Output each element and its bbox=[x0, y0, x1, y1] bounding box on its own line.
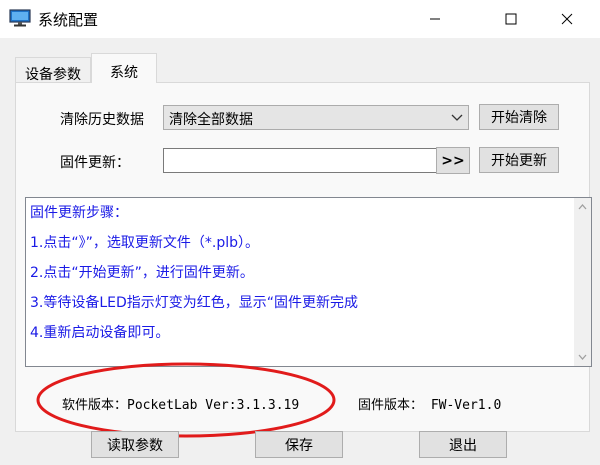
title-bar: 系统配置 bbox=[0, 0, 600, 38]
clear-history-select[interactable]: 清除全部数据 bbox=[163, 105, 469, 130]
exit-button[interactable]: 退出 bbox=[419, 431, 507, 458]
highlight-ellipse bbox=[36, 362, 336, 438]
browse-file-button[interactable]: >> bbox=[436, 147, 470, 174]
scroll-down-icon[interactable] bbox=[578, 354, 587, 360]
save-button[interactable]: 保存 bbox=[255, 431, 343, 458]
firmware-update-label: 固件更新： bbox=[60, 155, 130, 171]
close-button[interactable] bbox=[544, 0, 590, 38]
minimize-button[interactable] bbox=[412, 0, 458, 38]
read-params-button[interactable]: 读取参数 bbox=[91, 431, 179, 458]
close-icon bbox=[561, 13, 573, 25]
tab-system[interactable]: 系统 bbox=[91, 53, 157, 83]
maximize-button[interactable] bbox=[488, 0, 534, 38]
firmware-file-input[interactable] bbox=[163, 148, 437, 173]
start-clear-button[interactable]: 开始清除 bbox=[479, 104, 559, 130]
step-3: 3.等待设备LED指示灯变为红色，显示“固件更新完成 bbox=[30, 295, 359, 311]
scroll-up-icon[interactable] bbox=[578, 204, 587, 210]
steps-heading: 固件更新步骤： bbox=[30, 205, 128, 221]
monitor-icon bbox=[9, 9, 31, 27]
clear-history-select-value: 清除全部数据 bbox=[169, 112, 253, 128]
step-1: 1.点击“》”，选取更新文件（*.plb）。 bbox=[30, 235, 259, 251]
tab-device-params[interactable]: 设备参数 bbox=[15, 57, 91, 83]
vertical-scrollbar[interactable] bbox=[574, 198, 591, 366]
firmware-version-text: 固件版本： FW-Ver1.0 bbox=[358, 398, 502, 413]
minimize-icon bbox=[430, 18, 440, 20]
start-update-button[interactable]: 开始更新 bbox=[479, 147, 559, 173]
window-title: 系统配置 bbox=[38, 11, 99, 29]
step-4: 4.重新启动设备即可。 bbox=[30, 325, 170, 341]
update-steps-box[interactable]: 固件更新步骤： 1.点击“》”，选取更新文件（*.plb）。 2.点击“开始更新… bbox=[25, 197, 592, 367]
maximize-icon bbox=[505, 13, 517, 25]
step-2: 2.点击“开始更新”，进行固件更新。 bbox=[30, 265, 254, 281]
clear-history-label: 清除历史数据 bbox=[60, 112, 144, 128]
chevron-down-icon bbox=[451, 114, 463, 121]
tab-strip: 设备参数 系统 bbox=[0, 38, 600, 84]
